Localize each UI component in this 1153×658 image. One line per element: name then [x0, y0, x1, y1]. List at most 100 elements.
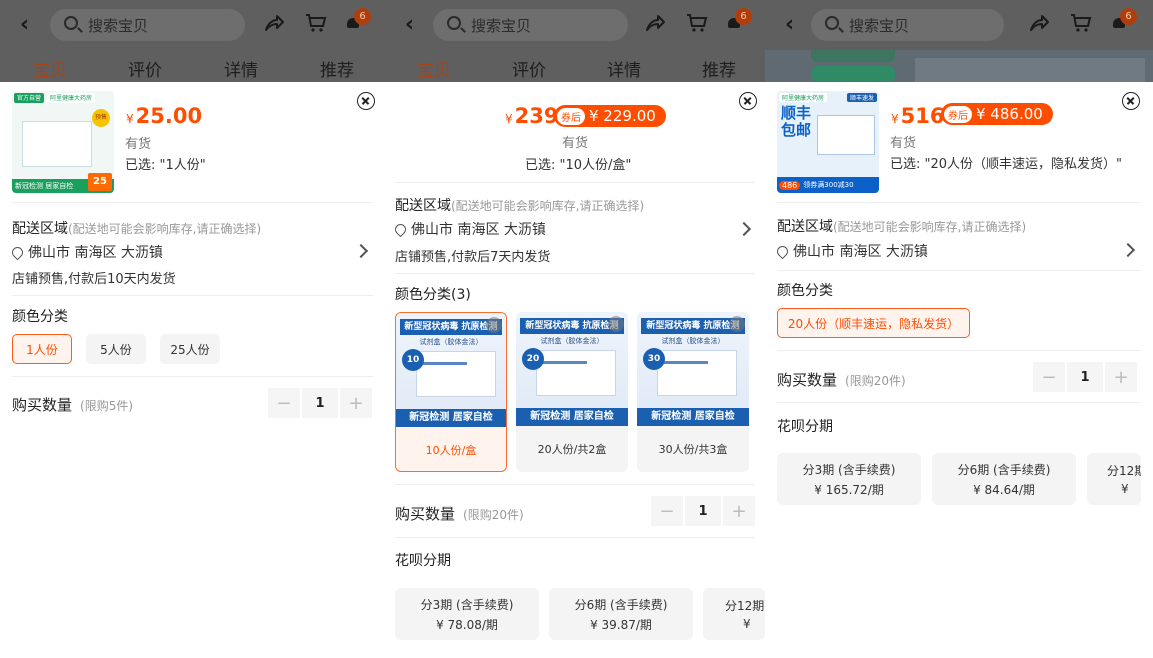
delivery-hint: (配送地可能会影响库存,请正确选择)	[833, 220, 1027, 234]
sku-sheet: 阿里健康大药房 顺丰速发 顺丰包邮 486 领券满300减30 ¥ 516 券后…	[765, 82, 1153, 658]
sku-card-image: 新型冠状病毒 抗原检测 试剂盒（胶体金法） 30 新冠检测 居家自检	[637, 312, 749, 426]
dimmed-banner-shape	[811, 50, 895, 62]
search-icon	[825, 16, 839, 30]
divider	[777, 202, 1141, 203]
cart-icon[interactable]	[685, 11, 709, 35]
product-thumbnail[interactable]: 官方自营 阿里健康大药房 预售 新冠检测 居家自检 25	[12, 91, 114, 193]
yen-symbol: ¥	[505, 112, 513, 126]
divider	[777, 402, 1141, 403]
stock-status: 有货	[125, 137, 152, 152]
divider	[395, 273, 755, 274]
close-icon[interactable]	[739, 92, 757, 110]
search-placeholder: 搜索宝贝	[849, 17, 910, 35]
chevron-right-icon[interactable]	[353, 243, 369, 259]
tab-recommend[interactable]: 推荐	[320, 56, 354, 81]
tab-item[interactable]: 宝贝	[417, 56, 451, 81]
installment-option-3[interactable]: 分3期 (含手续费) ¥ 78.08/期	[395, 588, 539, 640]
screenshot-collage: ‹ 搜索宝贝 6 宝贝 评价 详情 推荐 官方自营 阿里健康大药房 预售 新冠检…	[0, 0, 1153, 658]
share-icon[interactable]	[1027, 11, 1051, 35]
installment-option-6[interactable]: 分6期 (含手续费) ¥ 84.64/期	[932, 453, 1076, 505]
close-icon[interactable]	[1122, 92, 1140, 110]
dimmed-banner-shape	[811, 66, 895, 82]
installment-title: 花呗分期	[777, 419, 833, 435]
quantity-value[interactable]: 1	[685, 496, 721, 526]
quantity-value[interactable]: 1	[302, 388, 338, 418]
message-icon[interactable]: 6	[728, 8, 752, 30]
tab-reviews[interactable]: 评价	[512, 56, 546, 81]
sku-option-25[interactable]: 25人份	[160, 334, 220, 364]
sku-card-20[interactable]: 新型冠状病毒 抗原检测 试剂盒（胶体金法） 20 新冠检测 居家自检 20人份/…	[516, 312, 628, 472]
tab-item[interactable]: 宝贝	[33, 56, 67, 81]
sku-card-30[interactable]: 新型冠状病毒 抗原检测 试剂盒（胶体金法） 30 新冠检测 居家自检 30人份/…	[637, 312, 749, 472]
message-icon[interactable]: 6	[1113, 8, 1137, 30]
decrement-button[interactable]: −	[651, 496, 683, 526]
zoom-icon[interactable]	[608, 316, 624, 332]
thumb-box-art	[817, 115, 875, 155]
installment-option-12[interactable]: 分12期 ¥	[703, 588, 765, 640]
cart-badge: 6	[354, 8, 371, 25]
quantity-title: 购买数量	[777, 371, 838, 389]
tab-details[interactable]: 详情	[607, 56, 641, 81]
increment-button[interactable]: +	[723, 496, 755, 526]
search-box[interactable]: 搜索宝贝	[433, 9, 628, 41]
sku-option-1[interactable]: 1人份	[12, 334, 72, 364]
increment-button[interactable]: +	[1105, 362, 1137, 392]
message-icon[interactable]: 6	[347, 8, 371, 30]
delivery-section-title: 配送区域(配送地可能会影响库存,请正确选择)	[777, 216, 1026, 236]
delivery-location[interactable]: 佛山市 南海区 大沥镇	[392, 219, 546, 239]
share-icon[interactable]	[262, 11, 286, 35]
thumb-tag-pharmacy: 阿里健康大药房	[47, 93, 96, 103]
installment-label: 分3期 (含手续费)	[420, 597, 514, 612]
chevron-right-icon[interactable]	[1120, 242, 1136, 258]
installment-price: ¥	[743, 617, 751, 631]
delivery-location[interactable]: 佛山市 南海区 大沥镇	[774, 241, 928, 261]
tab-recommend[interactable]: 推荐	[702, 56, 736, 81]
coupon-price-pill: 券后 ¥ 229.00	[554, 105, 666, 127]
installment-option-6[interactable]: 分6期 (含手续费) ¥ 39.87/期	[549, 588, 693, 640]
decrement-button[interactable]: −	[268, 388, 300, 418]
price-value: 239	[514, 104, 559, 128]
divider	[777, 270, 1141, 271]
sku-option-20[interactable]: 20人份（顺丰速运，隐私发货）	[777, 308, 970, 338]
back-arrow-icon[interactable]: ‹	[20, 14, 38, 36]
quantity-stepper: − 1 +	[651, 496, 755, 526]
increment-button[interactable]: +	[340, 388, 372, 418]
share-icon[interactable]	[643, 11, 667, 35]
top-app-bar: ‹ 搜索宝贝 6	[0, 0, 385, 50]
sku-card-10[interactable]: 新型冠状病毒 抗原检测 试剂盒（胶体金法） 10 新冠检测 居家自检 10人份/…	[395, 312, 507, 472]
delivery-location[interactable]: 佛山市 南海区 大沥镇	[9, 242, 163, 262]
product-thumbnail[interactable]: 阿里健康大药房 顺丰速发 顺丰包邮 486 领券满300减30	[777, 91, 879, 193]
tab-details[interactable]: 详情	[224, 56, 258, 81]
search-box[interactable]: 搜索宝贝	[50, 9, 245, 41]
sku-card-label: 10人份/盒	[425, 444, 477, 457]
price: ¥ 516	[891, 104, 944, 128]
cart-icon[interactable]	[304, 11, 328, 35]
tab-reviews[interactable]: 评价	[128, 56, 162, 81]
sku-option-5[interactable]: 5人份	[86, 334, 146, 364]
back-arrow-icon[interactable]: ‹	[405, 14, 423, 36]
kit-box-art	[657, 350, 737, 396]
back-arrow-icon[interactable]: ‹	[785, 14, 803, 36]
card-footer: 新冠检测 居家自检	[637, 408, 749, 426]
divider	[395, 484, 755, 485]
chevron-right-icon[interactable]	[736, 221, 752, 237]
thumb-tag-official: 官方自营	[14, 93, 45, 103]
thumb-footer: 486 领券满300减30	[777, 177, 879, 193]
location-text: 佛山市 南海区 大沥镇	[793, 244, 928, 260]
search-box[interactable]: 搜索宝贝	[811, 9, 1004, 41]
quantity-stepper: − 1 +	[1033, 362, 1137, 392]
quantity-limit: (限购5件)	[80, 399, 134, 413]
quantity-value[interactable]: 1	[1067, 362, 1103, 392]
zoom-icon[interactable]	[729, 316, 745, 332]
zoom-icon[interactable]	[486, 317, 502, 333]
divider	[12, 295, 373, 296]
dimmed-product-image	[765, 50, 1153, 82]
installment-option-3[interactable]: 分3期 (含手续费) ¥ 165.72/期	[777, 453, 921, 505]
coupon-tag: 券后	[557, 107, 585, 125]
close-icon[interactable]	[357, 92, 375, 110]
installment-option-12[interactable]: 分12期 ¥	[1087, 453, 1141, 505]
quantity-title: 购买数量	[12, 396, 73, 414]
decrement-button[interactable]: −	[1033, 362, 1065, 392]
thumb-tags: 官方自营 阿里健康大药房	[12, 91, 114, 105]
cart-icon[interactable]	[1069, 11, 1093, 35]
